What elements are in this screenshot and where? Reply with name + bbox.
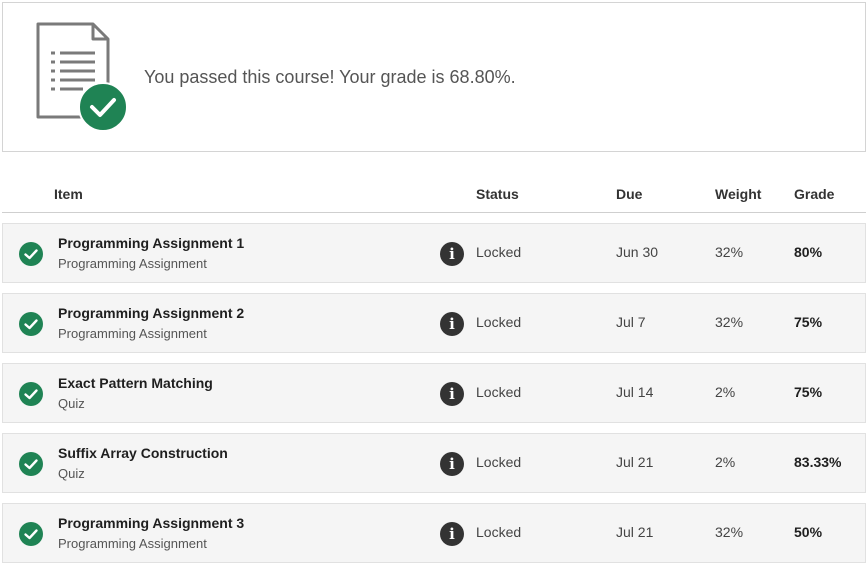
column-header-status: Status [476, 186, 519, 202]
check-circle-icon [19, 242, 43, 266]
check-circle-icon [19, 522, 43, 546]
item-type: Programming Assignment [58, 536, 207, 551]
item-due-date: Jul 21 [616, 524, 654, 540]
item-due-date: Jul 21 [616, 454, 654, 470]
item-grade: 50% [794, 524, 823, 540]
item-grade: 80% [794, 244, 823, 260]
check-circle-icon [19, 312, 43, 336]
item-grade: 75% [794, 314, 823, 330]
item-weight: 2% [715, 384, 736, 400]
course-grade-message: You passed this course! Your grade is 68… [144, 67, 516, 87]
table-row: Programming Assignment 1 Programming Ass… [2, 223, 866, 283]
document-checkmark-icon [36, 22, 128, 132]
table-row: Programming Assignment 2 Programming Ass… [2, 293, 866, 353]
item-due-date: Jul 7 [616, 314, 646, 330]
grades-table-header: Item Status Due Weight Grade [2, 184, 866, 213]
item-due-date: Jul 14 [616, 384, 654, 400]
info-icon[interactable]: i [440, 242, 464, 266]
item-weight: 32% [715, 314, 744, 330]
item-status: Locked [476, 314, 522, 330]
info-icon[interactable]: i [440, 452, 464, 476]
item-due-date: Jun 30 [616, 244, 659, 260]
item-status: Locked [476, 524, 522, 540]
info-icon[interactable]: i [440, 382, 464, 406]
column-header-grade: Grade [794, 186, 835, 202]
table-row: Programming Assignment 3 Programming Ass… [2, 503, 866, 563]
item-weight: 32% [715, 524, 744, 540]
check-circle-icon [19, 452, 43, 476]
item-title-link[interactable]: Programming Assignment 3 [58, 515, 244, 531]
item-type: Programming Assignment [58, 256, 207, 271]
item-status: Locked [476, 454, 522, 470]
table-row: Suffix Array Construction Quiz i Locked … [2, 433, 866, 493]
info-icon[interactable]: i [440, 522, 464, 546]
item-weight: 2% [715, 454, 736, 470]
item-grade: 83.33% [794, 454, 842, 470]
column-header-due: Due [616, 186, 643, 202]
item-type: Quiz [58, 466, 85, 481]
item-status: Locked [476, 244, 522, 260]
item-type: Programming Assignment [58, 326, 207, 341]
table-row: Exact Pattern Matching Quiz i Locked Jul… [2, 363, 866, 423]
column-header-weight: Weight [715, 186, 762, 202]
item-type: Quiz [58, 396, 85, 411]
info-icon[interactable]: i [440, 312, 464, 336]
item-grade: 75% [794, 384, 823, 400]
column-header-item: Item [54, 186, 83, 202]
check-circle-icon [19, 382, 43, 406]
item-weight: 32% [715, 244, 744, 260]
course-passed-banner: You passed this course! Your grade is 68… [2, 2, 866, 152]
item-status: Locked [476, 384, 522, 400]
item-title-link[interactable]: Programming Assignment 1 [58, 235, 244, 251]
item-title-link[interactable]: Suffix Array Construction [58, 445, 228, 461]
item-title-link[interactable]: Programming Assignment 2 [58, 305, 244, 321]
item-title-link[interactable]: Exact Pattern Matching [58, 375, 213, 391]
